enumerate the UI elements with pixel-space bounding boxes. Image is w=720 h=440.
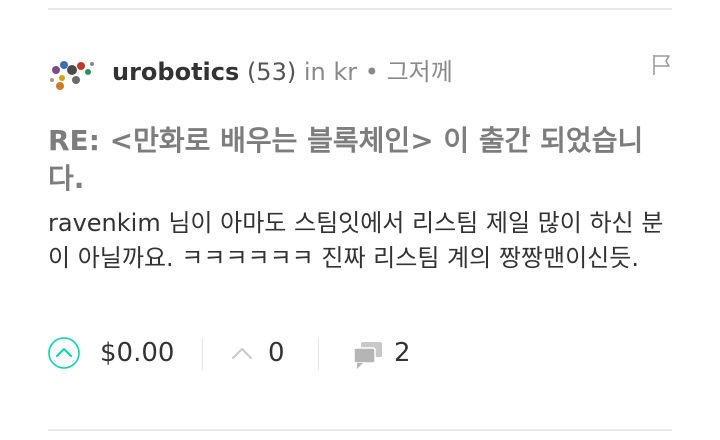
payout-value[interactable]: $0.00 xyxy=(100,334,174,372)
post-body: ravenkim 님이 아마도 스팀잇에서 리스팀 제일 많이 하신 분이 아닐… xyxy=(48,209,664,272)
chevron-up-icon[interactable] xyxy=(230,342,254,364)
meta-bullet: • xyxy=(364,58,379,86)
post-footer: $0.00 0 2 xyxy=(48,334,672,374)
avatar[interactable] xyxy=(48,56,96,92)
author-line: urobotics (53) in kr • 그저께 xyxy=(112,56,453,88)
post-timestamp[interactable]: 그저께 xyxy=(387,58,453,86)
footer-separator xyxy=(202,338,203,370)
upvote-icon[interactable] xyxy=(48,337,80,369)
footer-separator xyxy=(318,338,319,370)
author-reputation: (53) xyxy=(246,58,297,86)
bottom-divider xyxy=(48,429,672,431)
post-title[interactable]: RE: <만화로 배우는 블록체인> 이 출간 되었습니다. xyxy=(48,122,672,198)
author-name[interactable]: urobotics xyxy=(112,58,239,86)
community-link[interactable]: in kr xyxy=(304,58,357,86)
vote-count[interactable]: 0 xyxy=(268,334,285,372)
flag-icon[interactable] xyxy=(652,54,672,76)
top-divider xyxy=(48,8,672,10)
comment-count[interactable]: 2 xyxy=(394,334,411,372)
comments-icon[interactable] xyxy=(352,340,384,370)
